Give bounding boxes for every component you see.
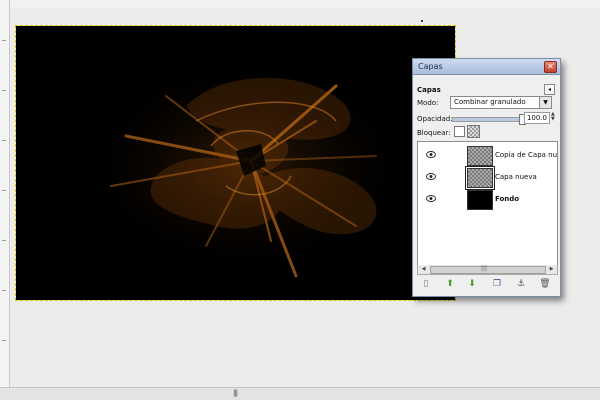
- layers-toolbar: ▯ ⬆ ⬇ ❐ ⚓ 🗑: [417, 277, 556, 291]
- top-ruler: [10, 0, 600, 8]
- layers-list: Copia de Capa nueva Capa nueva Fondo: [417, 141, 558, 267]
- layer-thumbnail[interactable]: [467, 146, 493, 166]
- layer-thumbnail[interactable]: [467, 190, 493, 210]
- layer-thumbnail[interactable]: [466, 167, 494, 189]
- lock-label: Bloquear:: [417, 129, 451, 137]
- duplicate-layer-button[interactable]: ❐: [490, 277, 504, 291]
- layer-row[interactable]: Capa nueva: [418, 166, 557, 189]
- layers-horizontal-scrollbar[interactable]: ◀ ||| ▶: [417, 265, 558, 275]
- image-canvas[interactable]: [15, 25, 456, 301]
- lower-layer-icon: ⬇: [468, 279, 476, 289]
- scroll-right-icon[interactable]: ▶: [547, 265, 556, 274]
- eye-icon[interactable]: [426, 173, 436, 180]
- delete-layer-icon: 🗑: [539, 279, 551, 289]
- anchor-layer-icon: ⚓: [516, 279, 526, 289]
- mode-select[interactable]: Combinar granulado ▼: [450, 96, 552, 109]
- new-layer-button[interactable]: ▯: [419, 277, 433, 291]
- vertical-ruler: [0, 0, 10, 400]
- delete-layer-button[interactable]: 🗑: [538, 277, 552, 291]
- tab-menu-icon: ◂: [547, 86, 551, 93]
- opacity-slider-fill: [453, 118, 523, 121]
- cursor-marker: [421, 20, 423, 22]
- opacity-slider[interactable]: [452, 114, 526, 125]
- opacity-spinner-icon[interactable]: ▲ ▼: [551, 112, 557, 123]
- anchor-layer-button[interactable]: ⚓: [514, 277, 528, 291]
- scrollbar-grip-icon: |||: [481, 265, 488, 272]
- layer-name[interactable]: Copia de Capa nueva: [495, 151, 557, 159]
- lock-alpha-icon[interactable]: [467, 125, 480, 138]
- tab-menu-button[interactable]: ◂: [544, 84, 555, 95]
- duplicate-layer-icon: ❐: [492, 279, 502, 289]
- raise-layer-button[interactable]: ⬆: [443, 277, 457, 291]
- close-icon: ✕: [547, 62, 554, 71]
- chevron-down-icon[interactable]: ▼: [539, 97, 551, 108]
- raise-layer-icon: ⬆: [446, 279, 454, 289]
- dialog-title: Capas: [418, 62, 443, 71]
- layer-name[interactable]: Capa nueva: [495, 173, 537, 181]
- opacity-input[interactable]: 100.0: [524, 112, 550, 124]
- opacity-label: Opacidad:: [417, 115, 453, 123]
- layer-name[interactable]: Fondo: [495, 195, 519, 203]
- new-layer-icon: ▯: [423, 279, 429, 289]
- eye-icon[interactable]: [426, 195, 436, 202]
- dialog-titlebar[interactable]: Capas ✕: [413, 59, 560, 75]
- glow-artwork: [76, 56, 416, 278]
- layer-row[interactable]: Copia de Capa nueva: [418, 144, 557, 166]
- scrollbar-thumb[interactable]: |||: [430, 265, 546, 274]
- lock-pixels-checkbox[interactable]: [454, 126, 465, 137]
- mode-label: Modo:: [417, 99, 439, 107]
- scrollbar-grip-icon[interactable]: |||: [233, 389, 238, 397]
- close-button[interactable]: ✕: [544, 61, 557, 73]
- panel-title: Capas: [417, 86, 441, 94]
- layer-row[interactable]: Fondo: [418, 188, 557, 210]
- eye-icon[interactable]: [426, 151, 436, 158]
- scroll-left-icon[interactable]: ◀: [419, 265, 428, 274]
- lower-layer-button[interactable]: ⬇: [465, 277, 479, 291]
- bottom-scrollbar[interactable]: |||: [0, 387, 600, 400]
- layers-dialog: Capas ✕ Capas ◂ Modo: Combinar granulado…: [412, 58, 561, 297]
- mode-value: Combinar granulado: [454, 98, 526, 106]
